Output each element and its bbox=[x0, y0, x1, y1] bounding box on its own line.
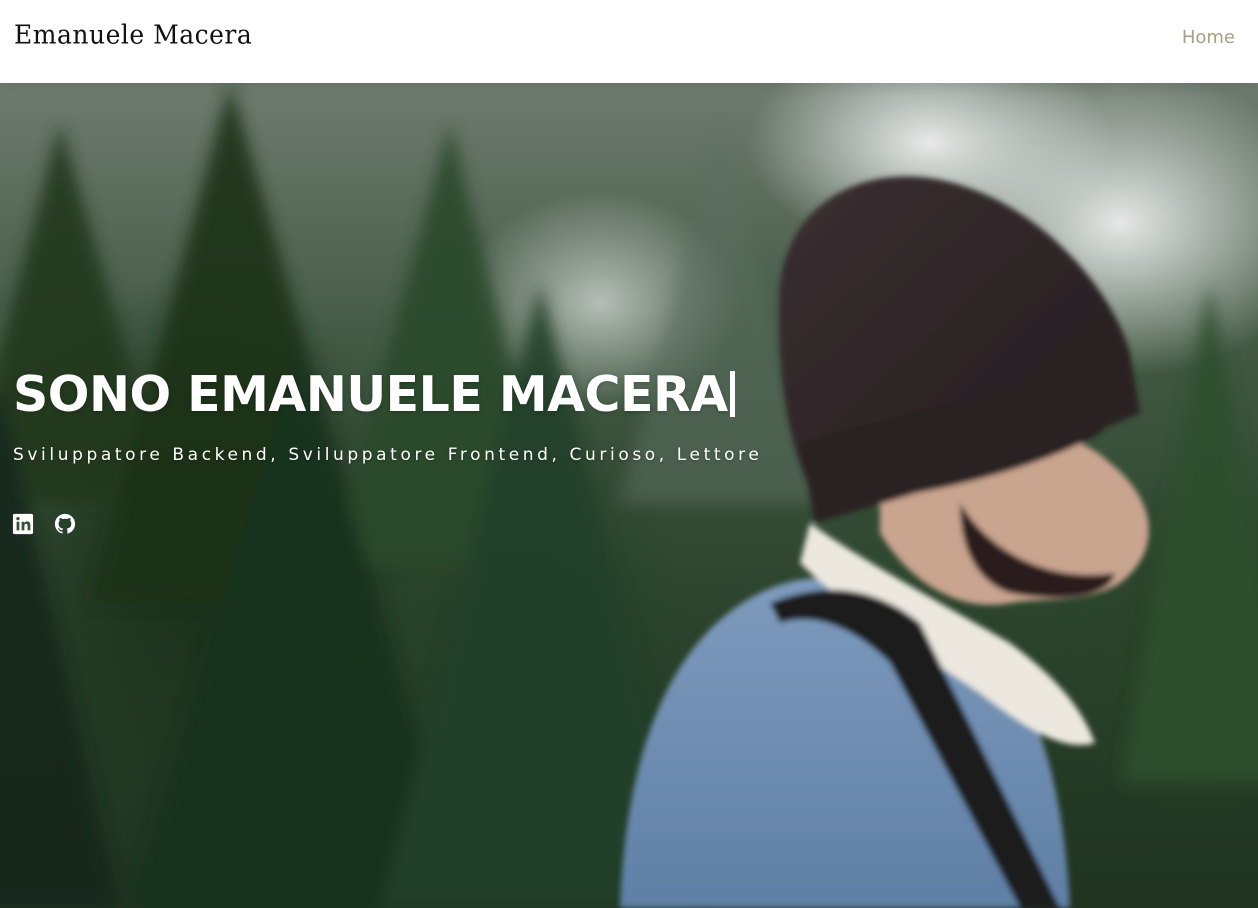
typing-cursor bbox=[729, 371, 735, 417]
hero-background-photo bbox=[0, 83, 1258, 908]
github-link[interactable] bbox=[54, 513, 76, 535]
hero-section: SONO EMANUELE MACERA Sviluppatore Backen… bbox=[0, 83, 1258, 908]
site-logo[interactable]: Emanuele Macera bbox=[14, 19, 252, 49]
nav-link-home[interactable]: Home bbox=[1182, 27, 1235, 48]
site-header: Emanuele Macera Home bbox=[0, 0, 1258, 83]
hero-title: SONO EMANUELE MACERA bbox=[13, 366, 735, 423]
github-icon bbox=[54, 513, 76, 534]
linkedin-link[interactable] bbox=[12, 513, 34, 535]
hero-title-text: SONO EMANUELE MACERA bbox=[13, 366, 728, 423]
linkedin-icon bbox=[12, 513, 34, 535]
hero-subtitle: Sviluppatore Backend, Sviluppatore Front… bbox=[13, 445, 763, 465]
